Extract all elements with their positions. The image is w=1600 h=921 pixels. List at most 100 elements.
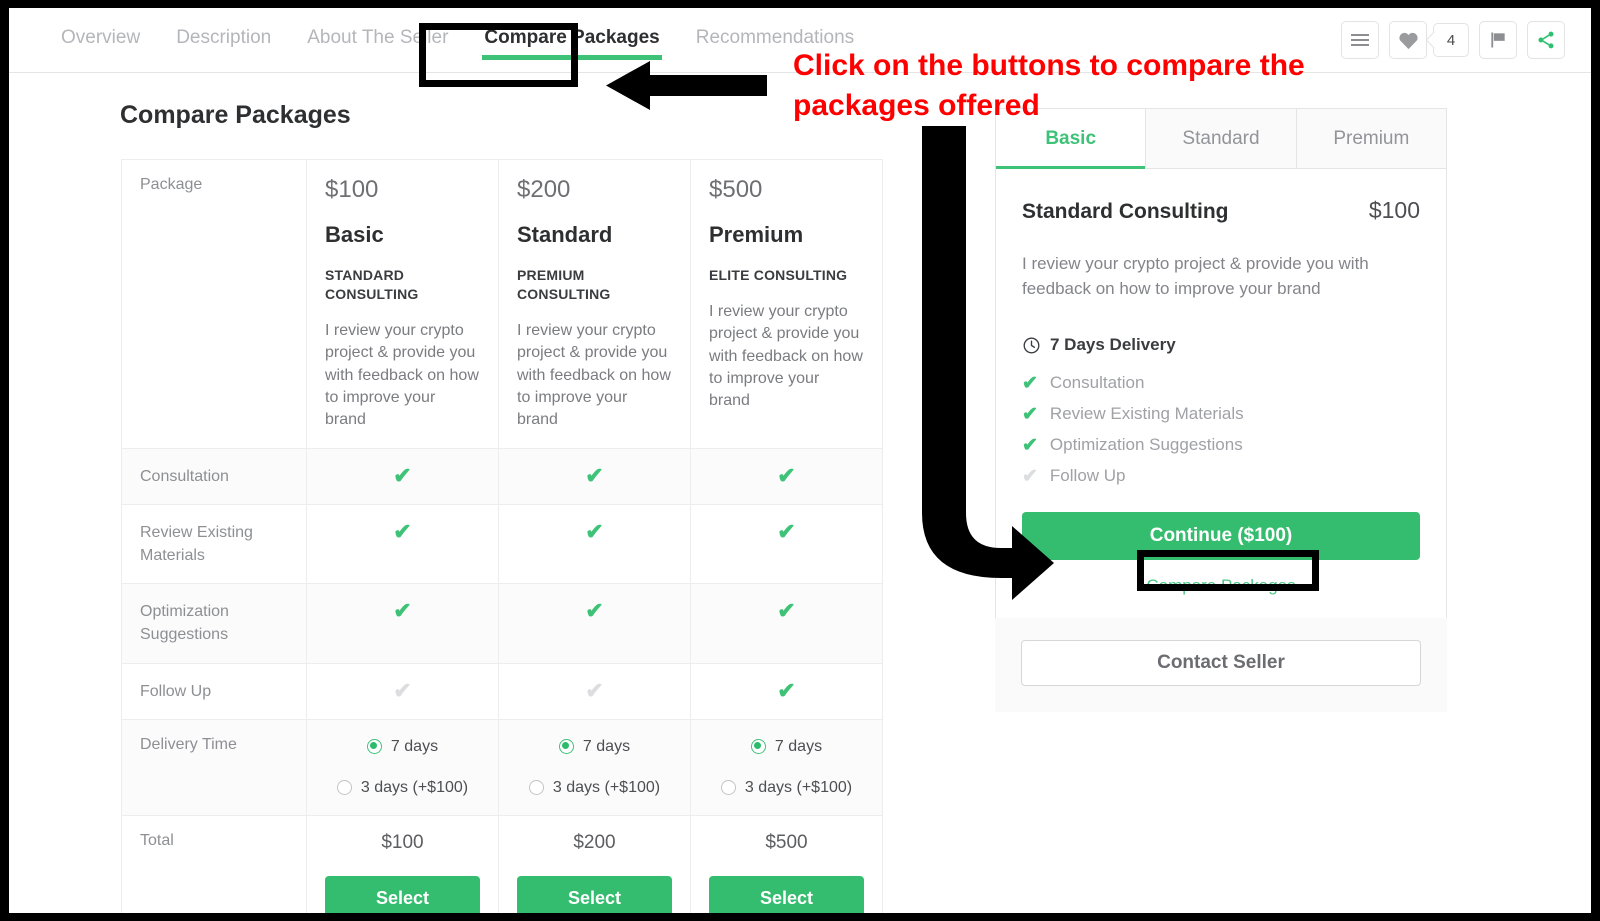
- followup-standard: ✔: [498, 662, 691, 720]
- share-glyph: [1538, 31, 1554, 49]
- radio-button[interactable]: [336, 780, 352, 796]
- review-basic: ✔: [306, 503, 499, 585]
- row-label-followup: Follow Up: [121, 662, 307, 720]
- optimization-premium: ✔: [690, 583, 883, 664]
- hamburger-glyph: [1351, 31, 1369, 49]
- favorite-count-badge: 4: [1433, 23, 1469, 57]
- favorite-count-value: 4: [1446, 31, 1456, 49]
- hamburger-menu-icon[interactable]: [1341, 21, 1379, 59]
- nav-tab-description[interactable]: Description: [174, 24, 273, 69]
- check-icon: ✔: [777, 677, 796, 703]
- sidebar-feature-optimization-suggestions: ✔ Optimization Suggestions: [1022, 435, 1420, 455]
- review-standard: ✔: [498, 503, 691, 585]
- heart-icon[interactable]: [1389, 21, 1427, 59]
- radio-button-selected[interactable]: [750, 738, 766, 754]
- package-subtitle: PREMIUM CONSULTING: [517, 267, 611, 302]
- row-label-review: Review Existing Materials: [121, 503, 307, 585]
- flag-glyph: [1491, 32, 1505, 48]
- consultation-basic: ✔: [306, 447, 499, 505]
- table-row-delivery-time: Delivery Time 7 days 3 days (+$100) 7 da…: [121, 718, 883, 817]
- delivery-option[interactable]: 7 days: [325, 736, 480, 758]
- flag-icon[interactable]: [1479, 21, 1517, 59]
- sidebar-feature-consultation: ✔ Consultation: [1022, 373, 1420, 393]
- check-icon: ✔: [1022, 403, 1038, 425]
- table-row-optimization-suggestions: Optimization Suggestions ✔ ✔ ✔: [121, 583, 883, 664]
- delivery-basic: 7 days 3 days (+$100): [306, 718, 499, 817]
- radio-button-selected[interactable]: [558, 738, 574, 754]
- sidebar-feature-follow-up: ✔ Follow Up: [1022, 466, 1420, 486]
- select-button-standard[interactable]: Select: [517, 876, 672, 913]
- select-button-basic[interactable]: Select: [325, 876, 480, 913]
- continue-button[interactable]: Continue ($100): [1022, 512, 1420, 561]
- sidebar-package-title: Standard Consulting: [1022, 200, 1229, 223]
- package-name: Premium: [709, 222, 804, 247]
- radio-button-selected[interactable]: [366, 738, 382, 754]
- sidebar-card-body: Standard Consulting $100 I review your c…: [996, 169, 1446, 618]
- sidebar-tab-basic[interactable]: Basic: [996, 109, 1147, 169]
- check-icon: ✔: [1022, 372, 1038, 394]
- sidebar-tab-standard[interactable]: Standard: [1146, 109, 1297, 169]
- row-label-package: Package: [121, 159, 307, 449]
- nav-tab-compare-packages[interactable]: Compare Packages: [482, 24, 662, 69]
- delivery-option[interactable]: 3 days (+$100): [709, 777, 864, 799]
- delivery-option[interactable]: 7 days: [709, 736, 864, 758]
- active-tab-underline: [482, 55, 662, 60]
- check-icon: ✔: [777, 518, 796, 544]
- total-value: $200: [573, 832, 616, 854]
- nav-tab-overview[interactable]: Overview: [59, 24, 142, 69]
- sidebar-feature-label: Consultation: [1049, 373, 1145, 393]
- share-icon[interactable]: [1527, 21, 1565, 59]
- nav-tab-label: Description: [176, 27, 272, 48]
- delivery-option[interactable]: 3 days (+$100): [517, 777, 672, 799]
- check-icon-disabled: ✔: [393, 677, 412, 703]
- table-row-follow-up: Follow Up ✔ ✔ ✔: [121, 662, 883, 720]
- sidebar-feature-label: Follow Up: [1049, 466, 1126, 486]
- package-description: I review your crypto project & provide y…: [709, 302, 863, 410]
- sidebar-delivery-label: 7 Days Delivery: [1050, 335, 1176, 355]
- app-viewport: Overview Description About The Seller Co…: [9, 8, 1591, 913]
- check-icon: ✔: [777, 462, 796, 488]
- contact-seller-block: Contact Seller: [995, 618, 1447, 712]
- page-title: Compare Packages: [120, 101, 351, 129]
- check-icon: ✔: [585, 598, 604, 624]
- package-cell-premium: $500 Premium ELITE CONSULTING I review y…: [690, 159, 883, 449]
- package-cell-standard: $200 Standard PREMIUM CONSULTING I revie…: [498, 159, 691, 449]
- package-price: $100: [325, 176, 379, 203]
- compare-packages-link[interactable]: Compare Packages: [1022, 576, 1420, 596]
- nav-tab-label: Overview: [61, 27, 141, 48]
- check-icon: ✔: [1022, 434, 1038, 456]
- delivery-option[interactable]: 3 days (+$100): [325, 777, 480, 799]
- sidebar-feature-review-existing-materials: ✔ Review Existing Materials: [1022, 404, 1420, 424]
- delivery-premium: 7 days 3 days (+$100): [690, 718, 883, 817]
- optimization-basic: ✔: [306, 583, 499, 664]
- nav-tab-about-the-seller[interactable]: About The Seller: [305, 24, 450, 69]
- sidebar-package-header: Standard Consulting $100: [1022, 197, 1420, 224]
- sidebar-tab-premium[interactable]: Premium: [1296, 109, 1446, 169]
- select-button-premium[interactable]: Select: [709, 876, 864, 913]
- radio-button[interactable]: [720, 780, 736, 796]
- radio-button[interactable]: [528, 780, 544, 796]
- delivery-option-label: 7 days: [774, 737, 823, 755]
- package-price: $200: [517, 176, 571, 203]
- review-premium: ✔: [690, 503, 883, 585]
- sidebar-tab-label: Standard: [1182, 127, 1260, 149]
- table-row-total: Total $100 Select $200 Select $500 Selec…: [121, 815, 883, 913]
- favorite-group: 4: [1389, 21, 1469, 59]
- total-standard: $200 Select: [498, 815, 691, 913]
- delivery-option-label: 7 days: [582, 737, 631, 755]
- delivery-option-label: 7 days: [390, 737, 439, 755]
- row-label-optimization: Optimization Suggestions: [121, 583, 307, 664]
- top-navigation-bar: Overview Description About The Seller Co…: [9, 8, 1591, 73]
- nav-tab-label: About The Seller: [307, 27, 449, 48]
- delivery-option-label: 3 days (+$100): [552, 779, 661, 797]
- check-icon: ✔: [777, 598, 796, 624]
- table-row-package: Package $100 Basic STANDARD CONSULTING I…: [121, 159, 883, 449]
- nav-tab-label: Compare Packages: [484, 27, 660, 48]
- contact-seller-button[interactable]: Contact Seller: [1021, 640, 1421, 686]
- sidebar-tab-label: Basic: [1045, 128, 1097, 149]
- total-value: $500: [765, 832, 808, 854]
- delivery-option[interactable]: 7 days: [517, 736, 672, 758]
- nav-tab-recommendations[interactable]: Recommendations: [694, 24, 856, 69]
- nav-action-icons: 4: [1341, 21, 1565, 59]
- followup-premium: ✔: [690, 662, 883, 720]
